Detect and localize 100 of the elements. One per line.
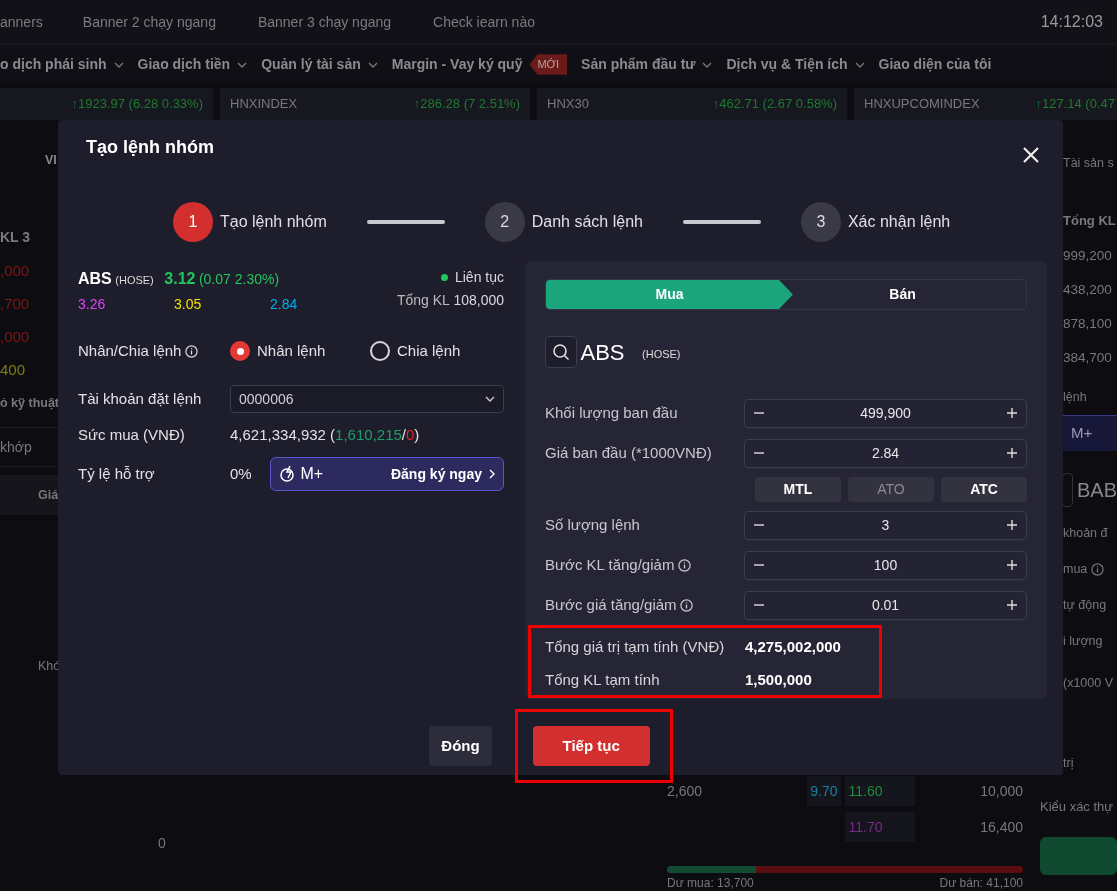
step-label: Tạo lệnh nhóm <box>220 212 327 232</box>
stepper-field[interactable]: 499,900 <box>744 398 1027 428</box>
info-icon <box>184 344 198 358</box>
session-status: Liên tục <box>454 268 504 287</box>
section-title: ỏ kỹ thuật <box>0 394 60 412</box>
banner-link[interactable]: Banner 2 chạy ngang <box>82 11 216 33</box>
column-header: Tổng KL <box>1063 212 1116 231</box>
search-icon <box>552 343 570 361</box>
summary-label: Tổng giá trị tạm tính (VNĐ) <box>545 637 726 658</box>
field-label: Giá ban đầu (*1000VNĐ) <box>545 442 712 463</box>
stepper-field[interactable]: 3 <box>744 510 1027 540</box>
plus-icon <box>1006 407 1018 419</box>
radio-button[interactable] <box>230 341 250 361</box>
plus-icon <box>1006 599 1018 611</box>
table-cell-text: ,700 <box>0 294 30 315</box>
bid-price[interactable]: 9.70 <box>807 776 841 806</box>
sell-surplus: Dư bán: 41,100 <box>939 876 1023 891</box>
step-label: Xác nhận lệnh <box>847 212 951 232</box>
banner-link[interactable]: anners <box>0 11 43 33</box>
section-title: lệnh <box>1063 388 1087 406</box>
close-dialog-button[interactable]: Đóng <box>429 726 492 766</box>
support-ratio: 0% <box>230 463 253 484</box>
field-label: Khối lượng ban đầu <box>545 402 678 423</box>
clock: 14:12:03 <box>1040 12 1103 32</box>
field-label: (x1000 V <box>1063 674 1114 692</box>
index-change: ↑286.28 (7 2.51%) <box>413 95 520 113</box>
banner-link[interactable]: Check iearn nào <box>433 11 535 33</box>
register-promo-button[interactable]: M+ Đăng ký ngay <box>270 457 504 491</box>
price-type-button[interactable]: ATC <box>941 476 1027 502</box>
symbol-text: BAB <box>1076 478 1117 503</box>
chevron-right-icon <box>489 469 495 479</box>
coin-icon <box>279 465 297 483</box>
dialog-title: Tạo lệnh nhóm <box>86 136 214 159</box>
status-dot <box>440 274 448 281</box>
stock-symbol: ABS <box>580 338 625 367</box>
chevron-down-icon <box>485 396 495 402</box>
total-volume: 108,000 <box>453 291 504 310</box>
volume-cell-text: 16,400 <box>979 817 1023 837</box>
summary-value: 1,500,000 <box>745 670 812 691</box>
exchange-label: (HOSE) <box>642 346 681 362</box>
table-cell-text: ,000 <box>0 261 30 282</box>
index-change: ↑462.71 (2.67 0.58%) <box>712 95 837 113</box>
price-type-button[interactable]: MTL <box>755 476 841 502</box>
stepper-field[interactable]: 0.01 <box>744 590 1027 620</box>
field-label: tự động <box>1063 596 1107 614</box>
field-label: Tỷ lệ hỗ trợ <box>78 463 156 484</box>
stepper-field[interactable]: 2.84 <box>744 438 1027 468</box>
field-label: Tài khoản đặt lệnh <box>78 388 203 409</box>
plus-icon <box>1006 559 1018 571</box>
summary-label: Tổng KL tạm tính <box>545 670 661 691</box>
filter-label: khớp <box>0 437 32 457</box>
table-cell-text: 438,200 <box>1063 280 1112 299</box>
step-label: Danh sách lệnh <box>531 212 643 232</box>
exchange-label: (HOSE) <box>115 273 154 288</box>
table-cell-text: 878,100 <box>1063 314 1112 333</box>
field-label: i lượng <box>1063 632 1103 650</box>
field-label: Số lượng lệnh <box>545 514 640 535</box>
menu-item[interactable]: o dịch phái sinh <box>0 54 107 75</box>
field-label: Kiểu xác thự <box>1040 798 1114 817</box>
menu-item[interactable]: Margin - Vay ký quỹ <box>391 54 523 75</box>
index-name: HNXINDEX <box>230 95 298 113</box>
account-select[interactable]: 0000006 <box>230 385 504 413</box>
index-name: HNXUPCOMINDEX <box>864 95 980 113</box>
ask-price[interactable]: 11.60 <box>845 776 915 806</box>
menu-item[interactable]: Dịch vụ & Tiện ích <box>726 54 848 75</box>
reference-price: 3.05 <box>174 295 203 314</box>
index-change: ↑1923.97 (6.28 0.33%) <box>71 95 203 113</box>
banner-link[interactable]: Banner 3 chạy ngang <box>257 11 392 33</box>
stock-symbol: ABS <box>78 269 112 289</box>
field-label: Nhân/Chia lệnh <box>78 340 182 361</box>
radio-label[interactable]: Chia lệnh <box>397 339 461 363</box>
price-change: (0.07 2.30%) <box>198 270 280 289</box>
menu-item[interactable]: Quản lý tài sản <box>261 54 361 75</box>
volume-cell-text: 2,600 <box>667 781 704 801</box>
field-label: Bước giá tăng/giảm <box>545 594 677 615</box>
field-label: Bước KL tăng/giảm <box>545 554 675 575</box>
menu-item[interactable]: Sản phẩm đầu tư <box>581 54 696 75</box>
field-label: khoản đ <box>1063 524 1108 542</box>
radio-label[interactable]: Nhân lệnh <box>257 339 326 363</box>
search-button[interactable] <box>545 336 577 368</box>
close-button[interactable] <box>1021 144 1041 164</box>
total-volume-label: Tổng KL <box>396 291 450 310</box>
index-change: ↑127.14 (0.47 <box>1035 95 1115 113</box>
plus-icon <box>1006 447 1018 459</box>
menu-item[interactable]: Giao diện của tôi <box>878 54 992 75</box>
buy-surplus: Dư mua: 13,700 <box>667 876 754 891</box>
side-tab[interactable]: Mua <box>546 280 793 309</box>
axis-value: 0 <box>158 835 166 851</box>
column-header: KL 3 <box>0 227 31 247</box>
floor-price: 2.84 <box>270 295 299 314</box>
menu-item[interactable]: Giao dịch tiền <box>137 54 231 75</box>
buying-power-value: 4,621,334,932 (1,610,215/0) <box>230 424 420 445</box>
stepper-field[interactable]: 100 <box>744 550 1027 580</box>
index-name: HNX30 <box>547 95 589 113</box>
table-cell-text: 999,200 <box>1063 246 1112 265</box>
new-badge: MỚI <box>529 54 568 75</box>
field-label: mua <box>1063 560 1088 578</box>
table-cell-text: 384,700 <box>1063 348 1112 367</box>
field-label: Sức mua (VNĐ) <box>78 424 186 445</box>
continue-button[interactable]: Tiếp tục <box>532 726 650 766</box>
